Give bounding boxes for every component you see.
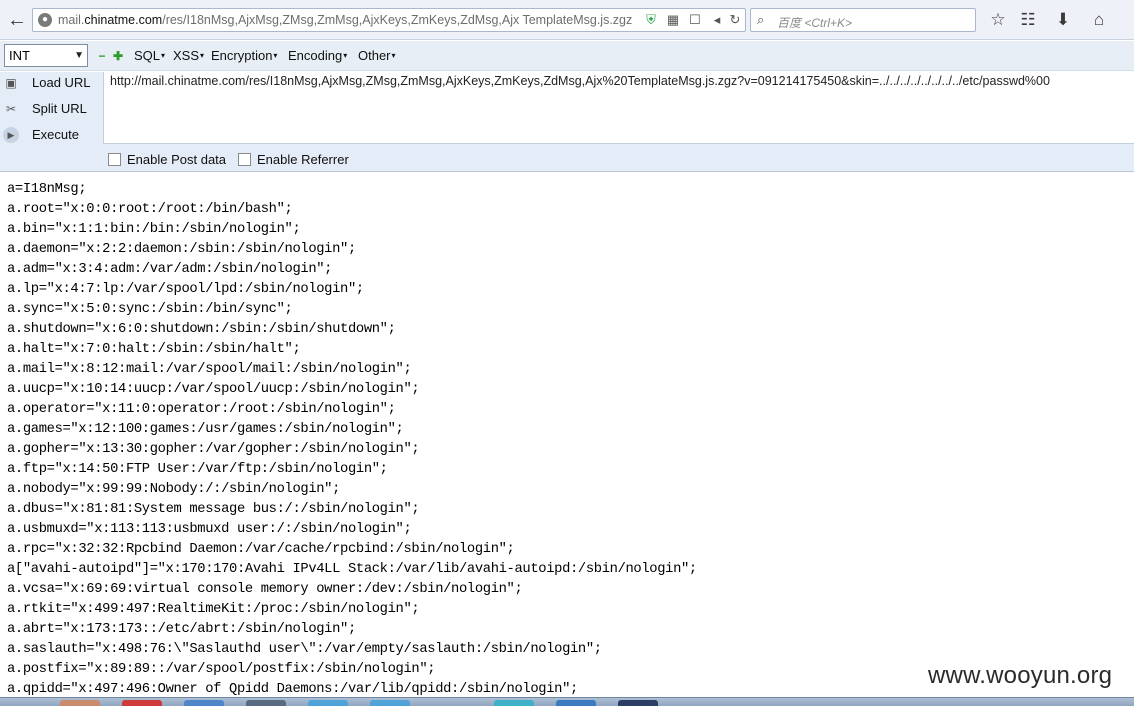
enable-referrer-label: Enable Referrer: [257, 152, 349, 167]
url-path: /res/I18nMsg,AjxMsg,ZMsg,ZmMsg,AjxKeys,Z…: [162, 13, 633, 27]
load-url-label: Load URL: [32, 75, 91, 90]
type-select-value: INT: [9, 48, 30, 63]
response-text: a=I18nMsg; a.root="x:0:0:root:/root:/bin/…: [7, 180, 697, 697]
watermark: www.wooyun.org: [928, 662, 1113, 689]
caret-down-icon: ▾: [161, 51, 166, 60]
response-line: a.ftp="x:14:50:FTP User:/var/ftp:/sbin/n…: [7, 462, 388, 477]
taskbar-item[interactable]: [122, 700, 162, 706]
bookmarks-list-icon[interactable]: ☷: [1017, 9, 1039, 31]
hackbar-toolbar: INT ▼ − ✚ SQL▾ XSS▾ Encryption▾ Encoding…: [0, 41, 1134, 71]
caret-down-icon: ▾: [273, 51, 278, 60]
search-placeholder: 百度 <Ctrl+K>: [777, 16, 853, 30]
encoding-menu[interactable]: Encoding▾: [288, 48, 347, 63]
response-line: a.daemon="x:2:2:daemon:/sbin:/sbin/nolog…: [7, 242, 356, 257]
taskbar-item[interactable]: [618, 700, 658, 706]
execute-label: Execute: [32, 127, 79, 142]
back-button[interactable]: ←: [4, 8, 30, 32]
chevron-down-icon: ▼: [74, 50, 84, 61]
response-line: a.rpc="x:32:32:Rpcbind Daemon:/var/cache…: [7, 542, 515, 557]
home-icon[interactable]: ⌂: [1088, 9, 1110, 31]
response-line: a.nobody="x:99:99:Nobody:/:/sbin/nologin…: [7, 482, 341, 497]
search-icon: ⌕: [757, 12, 765, 27]
browser-navbar: ← ● mail.chinatme.com/res/I18nMsg,AjxMsg…: [0, 0, 1134, 40]
taskbar-item[interactable]: [556, 700, 596, 706]
qr-code-icon[interactable]: ▦: [665, 12, 681, 28]
caret-down-icon: ▾: [343, 51, 348, 60]
globe-icon: ●: [38, 13, 52, 27]
caret-down-icon: ▾: [391, 51, 396, 60]
shield-icon[interactable]: ⛨: [643, 12, 659, 28]
address-bar-url[interactable]: mail.chinatme.com/res/I18nMsg,AjxMsg,ZMs…: [58, 13, 638, 29]
other-menu[interactable]: Other▾: [358, 48, 396, 63]
taskbar-item[interactable]: [494, 700, 534, 706]
url-host-prefix: mail.: [58, 13, 85, 27]
caret-down-icon: ▾: [200, 51, 205, 60]
encryption-menu[interactable]: Encryption▾: [211, 48, 277, 63]
minus-icon[interactable]: −: [96, 50, 108, 62]
execute-button[interactable]: ▶ Execute: [0, 124, 100, 146]
back-arrow-icon: ←: [7, 8, 27, 31]
response-line: a.abrt="x:173:173::/etc/abrt:/sbin/nolog…: [7, 622, 356, 637]
enable-post-label: Enable Post data: [127, 152, 227, 167]
response-line: a.adm="x:3:4:adm:/var/adm:/sbin/nologin"…: [7, 262, 333, 277]
response-line: a.gopher="x:13:30:gopher:/var/gopher:/sb…: [7, 442, 420, 457]
taskbar-item[interactable]: [60, 700, 100, 706]
split-url-button[interactable]: ✂ Split URL: [0, 98, 100, 120]
load-url-button[interactable]: ▣ Load URL: [0, 72, 100, 94]
xss-menu[interactable]: XSS▾: [173, 48, 204, 63]
taskbar: [0, 697, 1134, 706]
hackbar-url-input[interactable]: http://mail.chinatme.com/res/I18nMsg,Ajx…: [103, 72, 1134, 144]
url-host-main: chinatme.com: [84, 13, 163, 27]
bookmark-star-icon[interactable]: ☆: [987, 9, 1009, 31]
response-line: a.operator="x:11:0:operator:/root:/sbin/…: [7, 402, 396, 417]
page-content: a=I18nMsg; a.root="x:0:0:root:/root:/bin/…: [0, 173, 1134, 697]
response-line: a.saslauth="x:498:76:\"Saslauthd user\":…: [7, 642, 602, 657]
scissors-icon: ✂: [5, 102, 17, 116]
response-line: a.sync="x:5:0:sync:/sbin:/bin/sync";: [7, 302, 293, 317]
response-line: a.uucp="x:10:14:uucp:/var/spool/uucp:/sb…: [7, 382, 420, 397]
split-url-label: Split URL: [32, 101, 87, 116]
response-line: a.postfix="x:89:89::/var/spool/postfix:/…: [7, 662, 436, 677]
hackbar-panel: ▣ Load URL ✂ Split URL ▶ Execute http://…: [0, 72, 1134, 172]
download-icon[interactable]: ⬇: [1052, 9, 1074, 31]
response-line: a.vcsa="x:69:69:virtual console memory o…: [7, 582, 523, 597]
checkbox-box[interactable]: [108, 153, 121, 166]
xss-menu-label: XSS: [173, 48, 200, 63]
response-line: a.qpidd="x:497:496:Owner of Qpidd Daemon…: [7, 682, 578, 697]
taskbar-item[interactable]: [184, 700, 224, 706]
response-line: a.bin="x:1:1:bin:/bin:/sbin/nologin";: [7, 222, 301, 237]
encoding-menu-label: Encoding: [288, 48, 343, 63]
response-line: a.dbus="x:81:81:System message bus:/:/sb…: [7, 502, 420, 517]
taskbar-item[interactable]: [246, 700, 286, 706]
checkbox-box[interactable]: [238, 153, 251, 166]
sql-menu-label: SQL: [134, 48, 161, 63]
response-line: a.usbmuxd="x:113:113:usbmuxd user:/:/sbi…: [7, 522, 412, 537]
sql-menu[interactable]: SQL▾: [134, 48, 165, 63]
taskbar-item[interactable]: [308, 700, 348, 706]
reader-mode-icon[interactable]: ☐: [687, 12, 703, 28]
address-bar[interactable]: ● mail.chinatme.com/res/I18nMsg,AjxMsg,Z…: [32, 8, 746, 32]
play-icon: ▶: [3, 127, 19, 143]
other-menu-label: Other: [358, 48, 391, 63]
response-line: a.shutdown="x:6:0:shutdown:/sbin:/sbin/s…: [7, 322, 396, 337]
response-line: a.lp="x:4:7:lp:/var/spool/lpd:/sbin/nolo…: [7, 282, 364, 297]
response-line: a.halt="x:7:0:halt:/sbin:/sbin/halt";: [7, 342, 301, 357]
load-url-icon: ▣: [5, 76, 17, 90]
encryption-menu-label: Encryption: [211, 48, 273, 63]
response-line: a.rtkit="x:499:497:RealtimeKit:/proc:/sb…: [7, 602, 420, 617]
response-line: a.games="x:12:100:games:/usr/games:/sbin…: [7, 422, 404, 437]
response-line: a.root="x:0:0:root:/root:/bin/bash";: [7, 202, 293, 217]
plus-icon[interactable]: ✚: [112, 50, 124, 62]
search-bar[interactable]: ⌕ 百度 <Ctrl+K>: [750, 8, 976, 32]
response-line: a["avahi-autoipd"]="x:170:170:Avahi IPv4…: [7, 562, 697, 577]
response-line: a=I18nMsg;: [7, 182, 87, 197]
view-toggle-icon[interactable]: ◂: [709, 12, 725, 28]
reload-icon[interactable]: ↻: [727, 12, 743, 28]
type-select[interactable]: INT ▼: [4, 44, 88, 67]
response-line: a.mail="x:8:12:mail:/var/spool/mail:/sbi…: [7, 362, 412, 377]
taskbar-item[interactable]: [370, 700, 410, 706]
